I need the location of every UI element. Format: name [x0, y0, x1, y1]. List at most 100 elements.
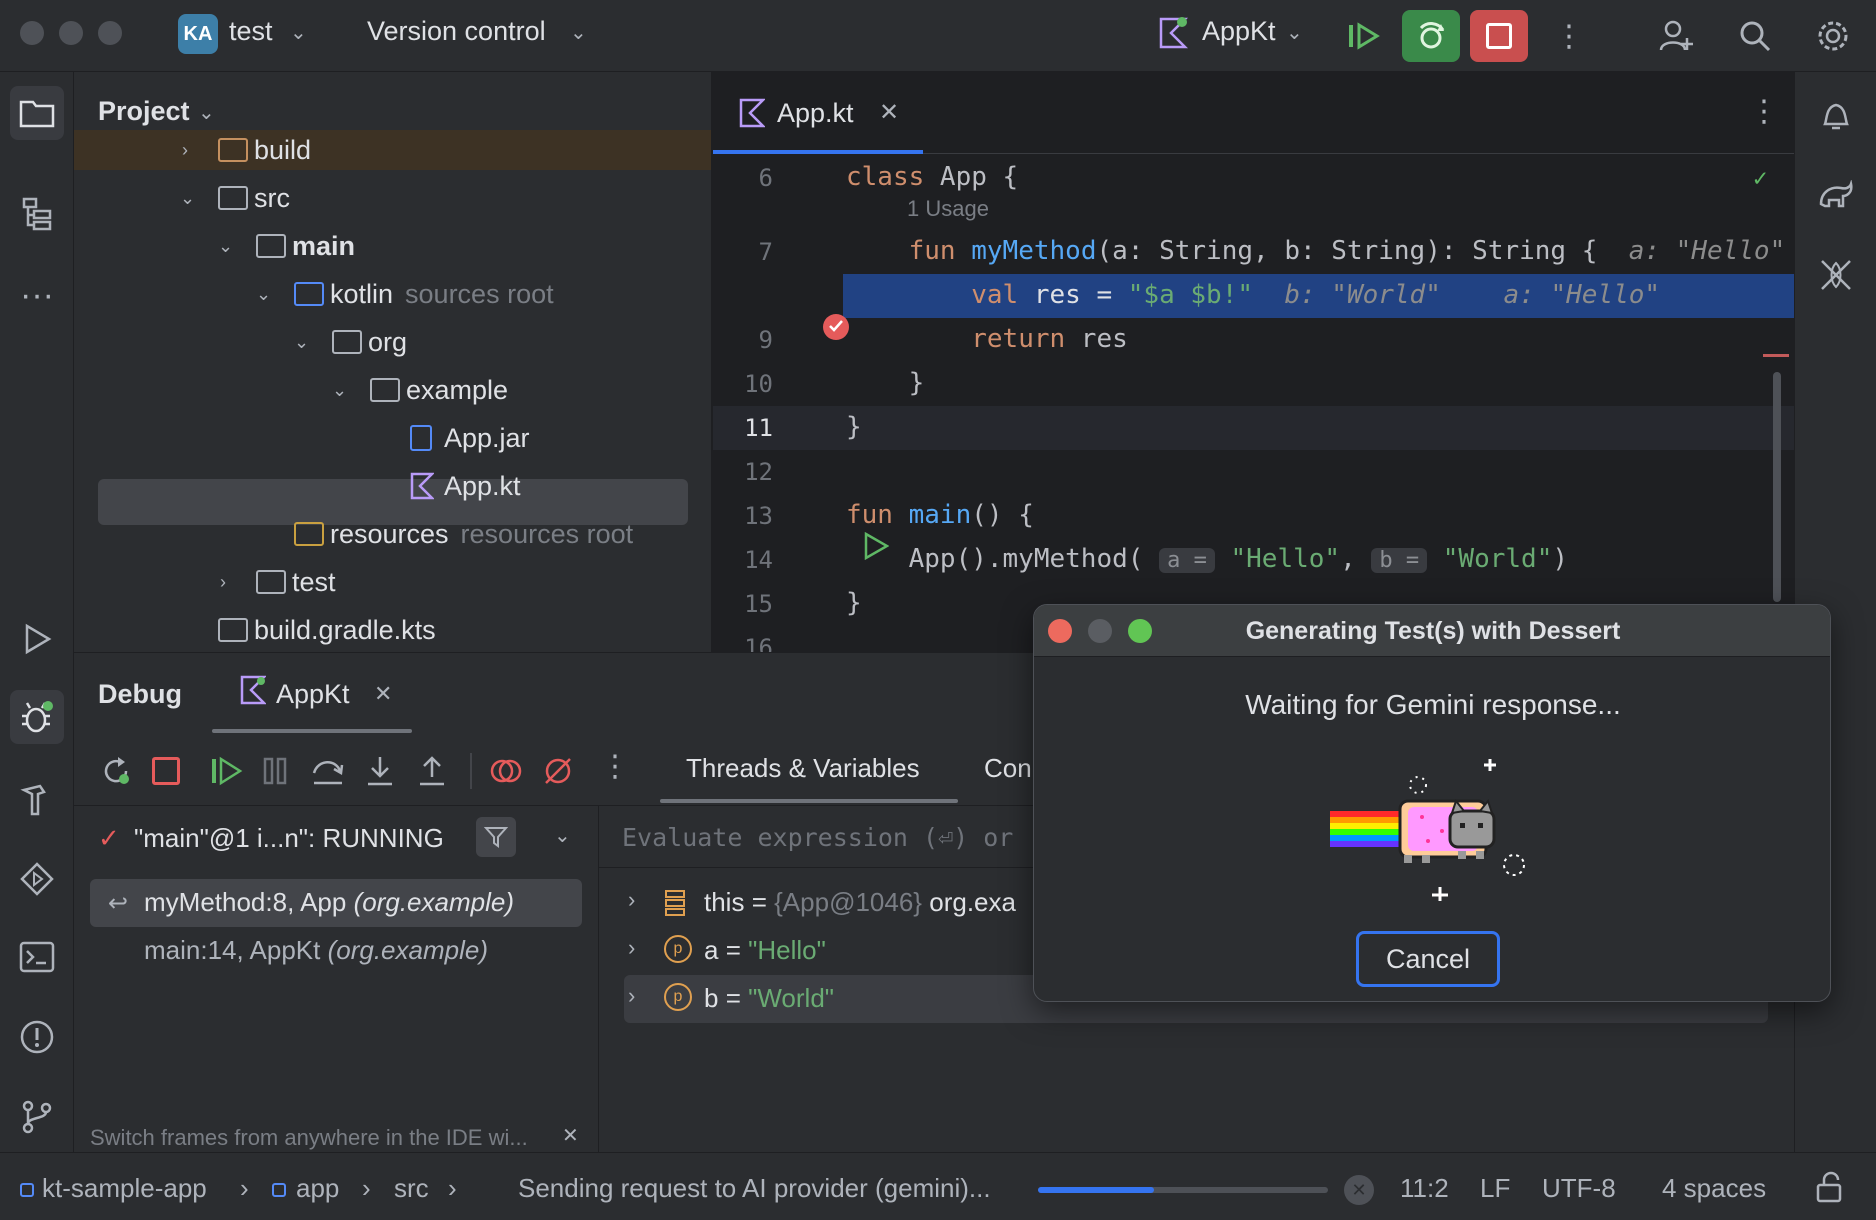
rerun-debug-button[interactable]	[1402, 10, 1460, 62]
code-line[interactable]: 9 return res	[713, 318, 1794, 362]
build-hammer-icon[interactable]	[10, 772, 64, 826]
file-encoding[interactable]: UTF-8	[1542, 1173, 1616, 1204]
project-name[interactable]: test	[229, 16, 273, 47]
step-into-icon[interactable]	[362, 753, 398, 794]
stop-button[interactable]	[1470, 10, 1528, 62]
services-icon[interactable]	[10, 852, 64, 906]
code-line[interactable]: 14 App().myMethod( a = "Hello", b = "Wor…	[713, 538, 1794, 582]
view-breakpoints-icon[interactable]	[488, 753, 524, 794]
tree-item-kotlin[interactable]: ⌄ kotlin sources root	[74, 270, 711, 318]
chevron-down-icon[interactable]: ⌄	[332, 380, 347, 401]
stop-icon[interactable]	[152, 757, 180, 785]
chevron-down-icon[interactable]: ⌄	[294, 332, 309, 353]
tree-item-src[interactable]: ⌄ src	[74, 174, 711, 222]
add-user-icon[interactable]	[1646, 10, 1704, 62]
background-task-text[interactable]: Sending request to AI provider (gemini).…	[518, 1173, 991, 1204]
chevron-down-icon[interactable]: ⌄	[1286, 20, 1303, 45]
line-separator[interactable]: LF	[1480, 1173, 1510, 1204]
breadcrumb-app[interactable]: app	[296, 1173, 339, 1204]
project-folder-icon[interactable]	[10, 86, 64, 140]
settings-gear-icon[interactable]	[1804, 10, 1862, 62]
close-icon[interactable]: ✕	[562, 1123, 579, 1148]
project-badge[interactable]: KA	[178, 14, 218, 54]
code-line[interactable]: 12	[713, 450, 1794, 494]
tree-item-org[interactable]: ⌄ org	[74, 318, 711, 366]
rerun-icon[interactable]	[98, 753, 138, 793]
lock-icon[interactable]	[1814, 1171, 1844, 1210]
window-close-button[interactable]	[20, 21, 44, 45]
step-out-icon[interactable]	[414, 753, 450, 794]
tree-item-app-jar[interactable]: App.jar	[74, 414, 711, 462]
usage-hint[interactable]: 1 Usage	[907, 196, 989, 222]
step-over-icon[interactable]	[310, 753, 346, 794]
search-icon[interactable]	[1726, 10, 1784, 62]
more-actions-icon[interactable]: ⋮	[1749, 94, 1779, 129]
close-tab-icon[interactable]: ✕	[374, 681, 392, 707]
tree-item-build-gradle[interactable]: build.gradle.kts	[74, 606, 711, 652]
chevron-down-icon[interactable]: ⌄	[554, 823, 571, 848]
code-line[interactable]: 13 fun main() {	[713, 494, 1794, 561]
problems-icon[interactable]	[10, 1010, 64, 1064]
dialog-close-button[interactable]	[1048, 619, 1072, 643]
chevron-down-icon[interactable]: ⌄	[256, 284, 271, 305]
chevron-down-icon[interactable]: ⌄	[218, 236, 233, 257]
code-line[interactable]: 10 }	[713, 362, 1794, 406]
pause-icon[interactable]	[260, 753, 290, 794]
debug-session-tab[interactable]: AppKt	[276, 679, 350, 710]
variable-row[interactable]: b = "World"	[704, 983, 834, 1014]
resume-icon[interactable]	[208, 753, 244, 794]
run-config-selector[interactable]: AppKt	[1202, 16, 1276, 47]
more-actions-icon[interactable]: ⋮	[600, 749, 630, 784]
tree-item-build[interactable]: › build	[74, 126, 711, 174]
tree-item-resources[interactable]: resources resources root	[74, 510, 711, 558]
tab-threads-variables[interactable]: Threads & Variables	[686, 753, 920, 784]
code-line[interactable]: 11 }	[713, 406, 1794, 450]
cancel-button[interactable]: Cancel	[1356, 931, 1500, 987]
frame-item[interactable]: main:14, AppKt (org.example)	[144, 935, 488, 966]
thread-selector[interactable]: "main"@1 i...n": RUNNING	[134, 823, 444, 854]
chevron-right-icon[interactable]: ›	[220, 572, 226, 593]
more-actions-icon[interactable]: ⋮	[1540, 10, 1598, 62]
close-tab-icon[interactable]: ✕	[879, 98, 899, 127]
tree-item-main[interactable]: ⌄ main	[74, 222, 711, 270]
tree-item-app-kt[interactable]: App.kt	[74, 462, 711, 510]
terminal-icon[interactable]	[10, 930, 64, 984]
chevron-down-icon[interactable]: ⌄	[198, 100, 215, 125]
ai-assistant-icon[interactable]	[1809, 248, 1863, 302]
breadcrumb-src[interactable]: src	[394, 1173, 429, 1204]
chevron-down-icon[interactable]: ⌄	[180, 188, 195, 209]
run-icon[interactable]	[10, 612, 64, 666]
more-tools-icon[interactable]: ···	[10, 268, 64, 322]
code-line-execution[interactable]: val res = "$a $b!" b: "World" a: "Hello"	[713, 274, 1794, 340]
vcs-menu[interactable]: Version control	[367, 16, 546, 47]
dialog-minimize-button[interactable]	[1088, 619, 1112, 643]
debug-bug-icon[interactable]	[10, 690, 64, 744]
tree-item-test[interactable]: › test	[74, 558, 711, 606]
frame-item[interactable]: myMethod:8, App (org.example)	[144, 887, 514, 918]
window-zoom-button[interactable]	[98, 21, 122, 45]
gradle-elephant-icon[interactable]	[1809, 168, 1863, 222]
notifications-bell-icon[interactable]	[1809, 88, 1863, 142]
variable-row[interactable]: a = "Hello"	[704, 935, 826, 966]
window-minimize-button[interactable]	[59, 21, 83, 45]
dialog-zoom-button[interactable]	[1128, 619, 1152, 643]
editor-scrollbar[interactable]	[1773, 372, 1781, 602]
variable-row[interactable]: this = {App@1046} org.exa	[704, 887, 1016, 918]
project-panel-title[interactable]: Project	[98, 96, 190, 127]
breadcrumb-project[interactable]: kt-sample-app	[42, 1173, 207, 1204]
mute-breakpoints-icon[interactable]	[540, 753, 576, 794]
caret-position[interactable]: 11:2	[1400, 1173, 1449, 1204]
chevron-right-icon[interactable]: ›	[628, 983, 635, 1009]
code-line[interactable]: 7 fun myMethod(a: String, b: String): St…	[713, 230, 1794, 274]
structure-icon[interactable]	[10, 186, 64, 240]
chevron-right-icon[interactable]: ›	[628, 887, 635, 913]
indent-setting[interactable]: 4 spaces	[1662, 1173, 1766, 1204]
resume-program-icon[interactable]	[1334, 10, 1392, 62]
error-stripe-marker[interactable]	[1763, 354, 1789, 357]
tree-item-example[interactable]: ⌄ example	[74, 366, 711, 414]
filter-icon[interactable]	[476, 817, 516, 857]
chevron-right-icon[interactable]: ›	[182, 140, 188, 161]
chevron-right-icon[interactable]: ›	[628, 935, 635, 961]
chevron-down-icon[interactable]: ⌄	[570, 20, 587, 45]
cancel-task-icon[interactable]: ✕	[1344, 1175, 1374, 1205]
